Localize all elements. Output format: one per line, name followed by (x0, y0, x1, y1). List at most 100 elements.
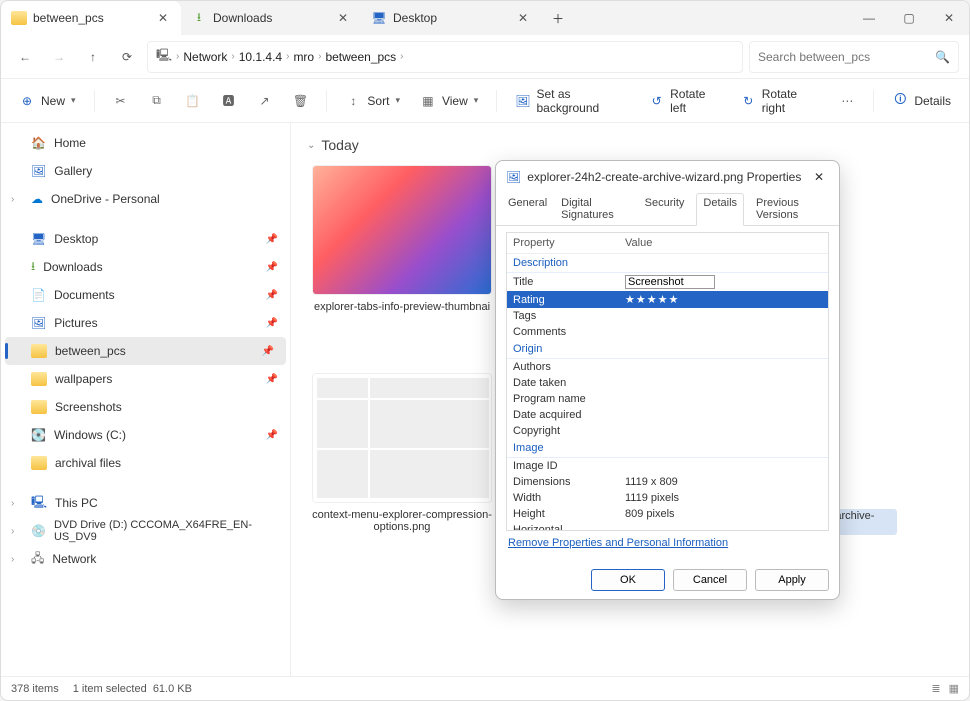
tab-security[interactable]: Security (643, 193, 687, 225)
search-box[interactable]: 🔍 (749, 41, 959, 73)
pin-icon[interactable]: 📌 (266, 318, 278, 329)
close-icon[interactable]: ✕ (155, 10, 171, 26)
sidebar-item-windows-c[interactable]: 💽Windows (C:)📌 (1, 421, 290, 449)
share-button[interactable]: ↗ (248, 86, 280, 116)
prop-width[interactable]: Width1119 pixels (507, 490, 828, 506)
chevron-right-icon[interactable]: › (11, 498, 14, 509)
chevron-down-icon: ⌄ (307, 140, 315, 151)
cancel-button[interactable]: Cancel (673, 569, 747, 591)
refresh-button[interactable]: ⟳ (113, 43, 141, 71)
prop-tags[interactable]: Tags (507, 308, 828, 324)
ok-button[interactable]: OK (591, 569, 665, 591)
search-input[interactable] (758, 50, 935, 64)
thumbnails-view-button[interactable]: ▦ (949, 682, 959, 695)
chevron-right-icon[interactable]: › (11, 554, 14, 565)
prop-height[interactable]: Height809 pixels (507, 506, 828, 522)
view-button[interactable]: ▦View▾ (412, 86, 486, 116)
sidebar-item-archival[interactable]: archival files (1, 449, 290, 477)
rating-stars[interactable]: ★★★★★ (619, 291, 828, 308)
delete-button[interactable]: 🗑 (284, 86, 316, 116)
crumb-mro[interactable]: mro (293, 50, 314, 64)
back-button[interactable]: ← (11, 43, 39, 71)
crumb-between[interactable]: between_pcs (325, 50, 396, 64)
prop-rating[interactable]: Rating★★★★★ (507, 291, 828, 308)
sidebar-item-pictures[interactable]: 🖼Pictures📌 (1, 309, 290, 337)
copy-button[interactable]: ⧉ (140, 86, 172, 116)
sidebar-item-desktop[interactable]: 🖥Desktop📌 (1, 225, 290, 253)
tab-desktop[interactable]: 🖥 Desktop ✕ (361, 1, 541, 35)
tab-between-pcs[interactable]: between_pcs ✕ (1, 1, 181, 35)
chevron-right-icon[interactable]: › (11, 194, 14, 205)
details-view-button[interactable]: ≣ (931, 682, 940, 695)
new-tab-button[interactable]: ＋ (541, 1, 575, 35)
prop-title[interactable]: Title (507, 273, 828, 291)
sidebar-item-gallery[interactable]: 🖼Gallery (1, 157, 290, 185)
prop-image-id[interactable]: Image ID (507, 458, 828, 474)
tab-signatures[interactable]: Digital Signatures (559, 193, 633, 225)
sidebar-item-onedrive[interactable]: ›☁OneDrive - Personal (1, 185, 290, 213)
forward-button[interactable]: → (45, 43, 73, 71)
file-item[interactable]: context-menu-explorer-compression-option… (307, 373, 497, 535)
rename-button[interactable]: 🅰 (212, 86, 244, 116)
title-input[interactable] (625, 275, 715, 289)
file-item[interactable]: explorer-tabs-info-preview-thumbnai (307, 165, 497, 313)
sidebar-item-dvd[interactable]: ›💿DVD Drive (D:) CCCOMA_X64FRE_EN-US_DV9 (1, 517, 290, 545)
rotate-right-button[interactable]: ↻Rotate right (733, 86, 828, 116)
sidebar-item-documents[interactable]: 📄Documents📌 (1, 281, 290, 309)
tab-general[interactable]: General (506, 193, 549, 225)
sidebar-item-network[interactable]: ›🖧Network (1, 545, 290, 573)
chevron-right-icon[interactable]: › (11, 526, 14, 537)
close-icon[interactable]: ✕ (335, 10, 351, 26)
new-button[interactable]: ⊕New▾ (11, 86, 84, 116)
close-dialog-button[interactable]: ✕ (809, 170, 829, 184)
tab-details[interactable]: Details (696, 193, 744, 226)
tab-downloads[interactable]: ⭳ Downloads ✕ (181, 1, 361, 35)
pin-icon[interactable]: 📌 (262, 346, 274, 357)
group-today[interactable]: ⌄Today (307, 137, 953, 153)
pin-icon[interactable]: 📌 (266, 234, 278, 245)
pin-icon[interactable]: 📌 (266, 262, 278, 273)
sidebar-item-this-pc[interactable]: ›🖳This PC (1, 489, 290, 517)
details-pane-button[interactable]: 🛈Details (884, 86, 959, 116)
prop-dimensions[interactable]: Dimensions1119 x 809 (507, 474, 828, 490)
sort-button[interactable]: ↕Sort▾ (337, 86, 408, 116)
prop-hres[interactable]: Horizontal resolution96 dpi (507, 522, 828, 531)
close-window-button[interactable]: ✕ (929, 1, 969, 35)
selection-status: 1 item selected 61.0 KB (73, 683, 192, 695)
up-button[interactable]: ↑ (79, 43, 107, 71)
sidebar-item-screenshots[interactable]: Screenshots (1, 393, 290, 421)
prop-program[interactable]: Program name (507, 391, 828, 407)
sidebar-item-between-pcs[interactable]: between_pcs📌 (5, 337, 286, 365)
rotate-left-button[interactable]: ↺Rotate left (641, 86, 729, 116)
cut-button[interactable]: ✂ (104, 86, 136, 116)
breadcrumb[interactable]: 🖳 › Network › 10.1.4.4 › mro › between_p… (147, 41, 743, 73)
pin-icon[interactable]: 📌 (266, 290, 278, 301)
prop-authors[interactable]: Authors (507, 359, 828, 375)
apply-button[interactable]: Apply (755, 569, 829, 591)
prop-date-taken[interactable]: Date taken (507, 375, 828, 391)
sidebar-item-downloads[interactable]: ⭳Downloads📌 (1, 253, 290, 281)
dialog-titlebar[interactable]: 🖼 explorer-24h2-create-archive-wizard.pn… (496, 161, 839, 193)
sidebar-item-home[interactable]: 🏠Home (1, 129, 290, 157)
sidebar-item-wallpapers[interactable]: wallpapers📌 (1, 365, 290, 393)
pin-icon[interactable]: 📌 (266, 374, 278, 385)
sort-label: Sort (367, 94, 389, 108)
crumb-network[interactable]: Network (183, 50, 227, 64)
minimize-button[interactable]: — (849, 1, 889, 35)
maximize-button[interactable]: ▢ (889, 1, 929, 35)
property-list[interactable]: Property Value Description Title Rating★… (506, 232, 829, 531)
set-background-button[interactable]: 🖼Set as background (507, 86, 637, 116)
prop-copyright[interactable]: Copyright (507, 423, 828, 439)
prop-comments[interactable]: Comments (507, 324, 828, 340)
sidebar-label: Downloads (43, 260, 102, 274)
more-button[interactable]: ⋯ (831, 86, 863, 116)
crumb-ip[interactable]: 10.1.4.4 (239, 50, 282, 64)
close-icon[interactable]: ✕ (515, 10, 531, 26)
view-label: View (442, 94, 468, 108)
paste-button[interactable]: 📋 (176, 86, 208, 116)
tab-previous-versions[interactable]: Previous Versions (754, 193, 829, 225)
remove-properties-link[interactable]: Remove Properties and Personal Informati… (506, 531, 829, 555)
prop-date-acquired[interactable]: Date acquired (507, 407, 828, 423)
sidebar-label: This PC (55, 496, 98, 510)
pin-icon[interactable]: 📌 (266, 430, 278, 441)
